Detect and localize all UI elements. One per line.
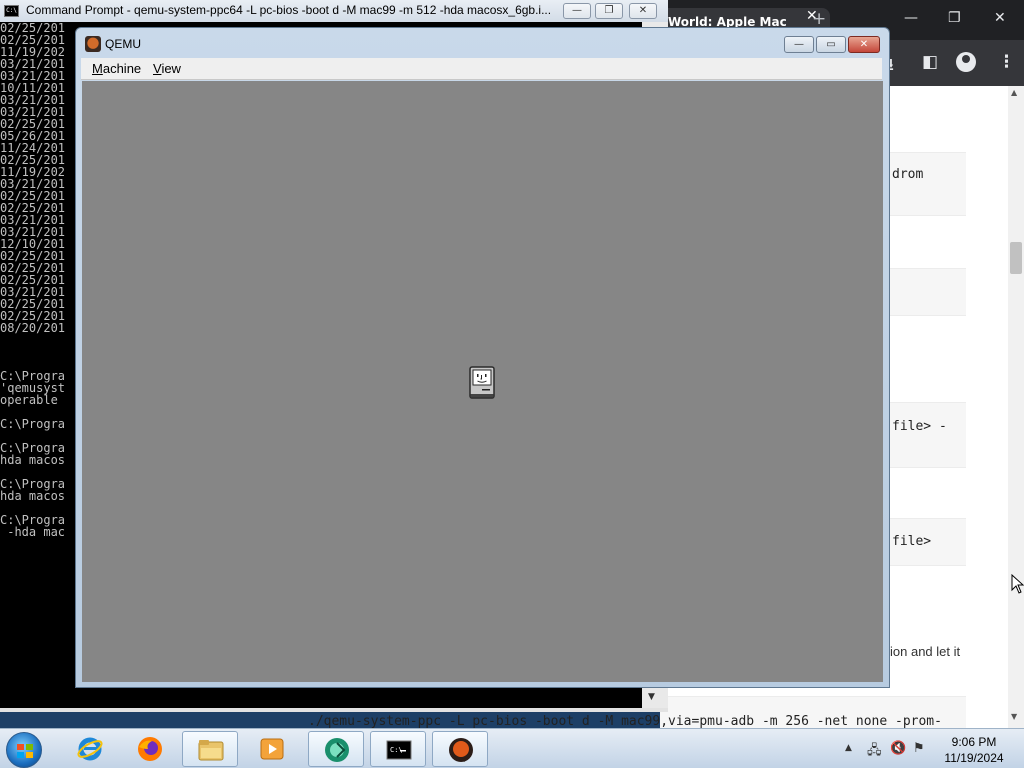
taskbar-qemu[interactable] xyxy=(432,731,488,767)
clock-date: 11/19/2024 xyxy=(944,751,1004,765)
browser-close-button[interactable]: ✕ xyxy=(994,10,1006,26)
cmd-close-button[interactable]: ✕ xyxy=(629,3,657,19)
taskbar-media-player[interactable] xyxy=(244,731,300,767)
taskbar: C:\ ▲ 🖧 🔇 ⚑ 9:06 PM 11/19/2024 xyxy=(0,728,1024,768)
media-player-icon xyxy=(260,738,284,760)
firefox-icon xyxy=(138,737,162,761)
volume-muted-icon[interactable]: 🔇 xyxy=(890,741,906,756)
mouse-cursor-icon xyxy=(1011,574,1024,594)
new-tab-button[interactable]: + xyxy=(812,9,826,29)
taskbar-firefox[interactable] xyxy=(122,731,178,767)
file-explorer-icon xyxy=(198,740,224,761)
emulator-screen[interactable] xyxy=(82,81,883,682)
scrollbar-thumb[interactable] xyxy=(1010,242,1022,274)
qemu-icon xyxy=(85,36,101,52)
happy-mac-icon xyxy=(469,366,495,399)
clock-time: 9:06 PM xyxy=(951,735,997,749)
cmd-title: Command Prompt - qemu-system-ppc64 -L pc… xyxy=(26,3,552,17)
menu-icon[interactable]: ⋮ xyxy=(998,52,1015,72)
qemu-close-button[interactable]: ✕ xyxy=(848,36,880,53)
command-code-line: ./qemu-system-ppc -L pc-bios -boot d -M … xyxy=(308,714,942,729)
profile-icon[interactable] xyxy=(956,52,976,72)
network-icon[interactable]: 🖧 xyxy=(867,741,882,763)
menu-machine[interactable]: Machine xyxy=(92,61,141,76)
browser-minimize-button[interactable]: — xyxy=(904,10,918,26)
taskbar-qemu-launcher[interactable] xyxy=(308,731,364,767)
tray-expand-icon[interactable]: ▲ xyxy=(845,743,852,753)
internet-explorer-icon xyxy=(77,737,103,761)
qemu-window: QEMU — ▭ ✕ Machine View xyxy=(75,27,890,688)
qemu-menubar: Machine View xyxy=(81,58,882,80)
sidepanel-icon[interactable]: ◧ xyxy=(922,52,938,72)
taskbar-command-prompt[interactable]: C:\ xyxy=(370,731,426,767)
code-text: drom xyxy=(892,167,924,182)
qemu-title: QEMU xyxy=(105,37,141,51)
menu-view[interactable]: View xyxy=(153,61,181,76)
command-prompt-icon: C:\ xyxy=(386,740,412,760)
browser-scrollbar[interactable] xyxy=(1008,86,1024,728)
taskbar-file-explorer[interactable] xyxy=(182,731,238,767)
flag-icon[interactable]: ⚑ xyxy=(913,741,925,756)
code-text: file> - xyxy=(892,419,947,434)
start-button[interactable] xyxy=(6,732,42,768)
scroll-down-icon[interactable]: ▼ xyxy=(648,692,655,702)
paragraph-text: ion and let it xyxy=(890,644,961,659)
clock[interactable]: 9:06 PM 11/19/2024 xyxy=(934,734,1014,766)
qemu-maximize-button[interactable]: ▭ xyxy=(816,36,846,53)
cmd-titlebar[interactable]: C:\ Command Prompt - qemu-system-ppc64 -… xyxy=(0,0,668,22)
qemu-launcher-icon xyxy=(325,738,349,762)
qemu-icon xyxy=(449,738,473,762)
code-text: file> xyxy=(892,534,932,549)
windows-logo-icon xyxy=(17,744,33,758)
browser-maximize-button[interactable]: ❐ xyxy=(948,10,961,26)
taskbar-internet-explorer[interactable] xyxy=(62,731,118,767)
scroll-down-icon[interactable]: ▼ xyxy=(1011,712,1017,721)
command-prompt-icon: C:\ xyxy=(4,5,19,17)
scroll-up-icon[interactable]: ▲ xyxy=(1011,88,1017,97)
cmd-minimize-button[interactable]: — xyxy=(563,3,591,19)
cmd-restore-button[interactable]: ❐ xyxy=(595,3,623,19)
qemu-minimize-button[interactable]: — xyxy=(784,36,814,53)
